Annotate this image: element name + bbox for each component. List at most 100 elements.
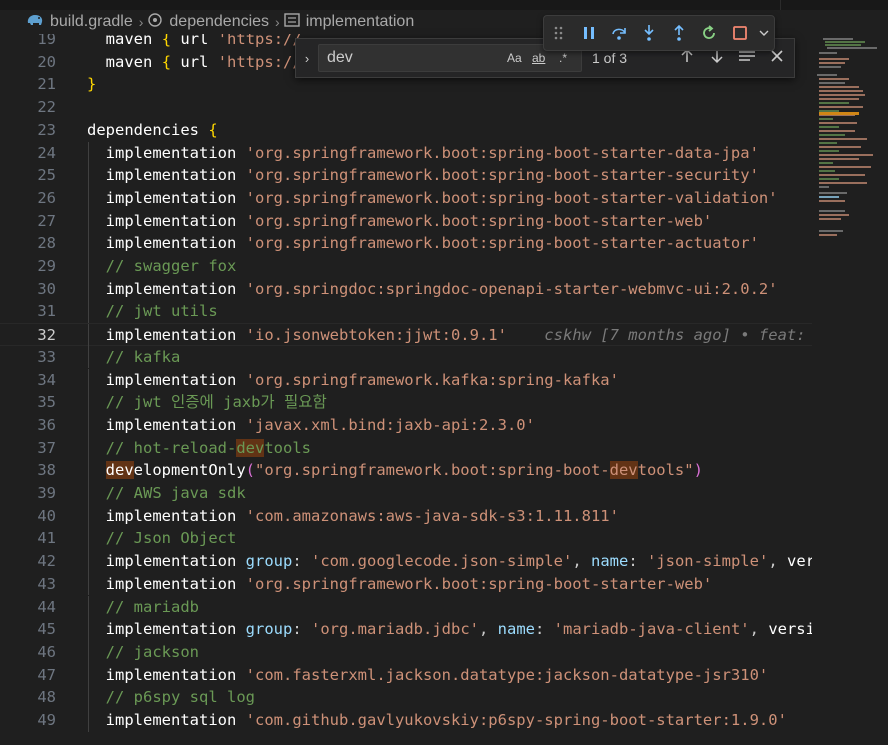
code-text[interactable]: // AWS java sdk (87, 482, 246, 505)
minimap-line (819, 78, 849, 80)
line-number: 33 (37, 347, 56, 366)
editor-tab[interactable] (0, 0, 251, 10)
code-line[interactable]: 45 implementation group: 'org.mariadb.jd… (0, 618, 812, 641)
code-text[interactable]: implementation 'org.springframework.boot… (87, 573, 713, 596)
breadcrumb-dependencies[interactable]: dependencies (147, 12, 269, 33)
code-line[interactable]: 38 developmentOnly("org.springframework.… (0, 459, 812, 482)
code-text[interactable]: implementation 'org.springframework.boot… (87, 210, 713, 233)
minimap-line (819, 166, 871, 168)
code-line[interactable]: 33 // kafka (0, 345, 812, 369)
code-text[interactable]: // swagger fox (87, 255, 237, 278)
editor-tab[interactable] (520, 0, 781, 10)
code-text[interactable]: implementation group: 'com.googlecode.js… (87, 550, 812, 573)
code-line[interactable]: 48 // p6spy sql log (0, 686, 812, 709)
code-text[interactable]: // jwt utils (87, 300, 218, 323)
minimap-line (819, 192, 847, 194)
code-line[interactable]: 32 implementation 'io.jsonwebtoken:jjwt:… (0, 323, 812, 347)
code-line[interactable]: 22 (0, 96, 812, 119)
whole-word-toggle[interactable]: ab (532, 51, 545, 65)
code-text[interactable]: // hot-reload-devtools (87, 437, 311, 460)
code-line[interactable]: 36 implementation 'javax.xml.bind:jaxb-a… (0, 413, 812, 437)
code-line[interactable]: 42 implementation group: 'com.googlecode… (0, 550, 812, 573)
code-line[interactable]: 24 implementation 'org.springframework.b… (0, 141, 812, 165)
code-text[interactable]: implementation 'org.springframework.boot… (87, 142, 759, 165)
line-number: 40 (37, 506, 56, 525)
code-text[interactable]: implementation 'org.springdoc:springdoc-… (87, 278, 778, 301)
code-text[interactable]: // p6spy sql log (87, 686, 255, 709)
code-text[interactable]: maven { url 'https:// (87, 51, 302, 74)
line-number: 23 (37, 120, 56, 139)
chevron-down-icon[interactable] (755, 18, 774, 48)
code-line[interactable]: 31 // jwt utils (0, 300, 812, 324)
code-text[interactable]: implementation 'com.fasterxml.jackson.da… (87, 664, 769, 687)
editor-tab[interactable] (370, 0, 521, 10)
code-line[interactable]: 26 implementation 'org.springframework.b… (0, 186, 812, 210)
minimap-line (819, 86, 859, 88)
minimap-line (819, 234, 837, 236)
code-editor[interactable]: 19 maven { url 'https:// 20 maven { url '… (0, 34, 812, 745)
breadcrumb-file[interactable]: build.gradle (26, 13, 133, 32)
minimap-line (819, 66, 841, 68)
restart-icon[interactable] (694, 18, 724, 48)
minimap-line (819, 94, 865, 96)
find-input-value[interactable]: dev (327, 49, 353, 67)
code-line[interactable]: 47 implementation 'com.fasterxml.jackson… (0, 663, 812, 687)
code-line[interactable]: 46 // jackson (0, 640, 812, 664)
code-text[interactable]: // Json Object (87, 527, 237, 550)
code-text[interactable]: maven { url 'https:// (87, 34, 302, 51)
minimap-line (819, 146, 861, 148)
code-text[interactable]: implementation 'com.amazonaws:aws-java-s… (87, 505, 619, 528)
breadcrumb-implementation[interactable]: implementation (284, 12, 414, 32)
code-text[interactable]: dependencies { (87, 119, 218, 142)
code-line[interactable]: 23 dependencies { (0, 119, 812, 142)
match-case-toggle[interactable]: Aa (507, 51, 522, 65)
code-text[interactable]: // kafka (87, 346, 181, 369)
code-text[interactable]: implementation 'io.jsonwebtoken:jjwt:0.9… (87, 324, 812, 347)
step-over-icon[interactable] (604, 18, 634, 48)
code-text[interactable]: } (87, 73, 96, 96)
code-text[interactable]: implementation 'org.springframework.boot… (87, 232, 759, 255)
find-result-count: 1 of 3 (592, 50, 628, 66)
code-line[interactable]: 34 implementation 'org.springframework.k… (0, 368, 812, 392)
method-icon (284, 12, 300, 32)
code-text[interactable]: implementation 'org.springframework.boot… (87, 187, 778, 210)
line-number: 27 (37, 211, 56, 230)
pause-icon[interactable] (574, 18, 604, 48)
code-line[interactable]: 49 implementation 'com.github.gavlyukovs… (0, 709, 812, 732)
code-text[interactable]: implementation group: 'org.mariadb.jdbc'… (87, 618, 812, 641)
minimap-line (819, 210, 845, 212)
tab-strip (0, 0, 888, 10)
toggle-replace-chevron-icon[interactable]: › (296, 51, 318, 66)
code-text[interactable]: // mariadb (87, 596, 199, 619)
code-line[interactable]: 43 implementation 'org.springframework.b… (0, 572, 812, 596)
code-line[interactable]: 40 implementation 'com.amazonaws:aws-jav… (0, 504, 812, 528)
code-text[interactable]: // jackson (87, 641, 199, 664)
code-line[interactable]: 25 implementation 'org.springframework.b… (0, 164, 812, 187)
regex-toggle[interactable]: .* (559, 51, 567, 65)
code-text[interactable]: implementation 'org.springframework.kafk… (87, 369, 619, 392)
minimap-line (819, 102, 849, 104)
editor-tab[interactable] (250, 0, 371, 10)
code-line[interactable]: 35 // jwt 인증에 jaxb가 필요함 (0, 391, 812, 414)
code-text[interactable]: implementation 'com.github.gavlyukovskiy… (87, 709, 787, 732)
code-line[interactable]: 37 // hot-reload-devtools (0, 436, 812, 460)
code-text[interactable]: developmentOnly("org.springframework.boo… (87, 459, 703, 482)
stop-icon[interactable] (724, 18, 754, 48)
code-line[interactable]: 30 implementation 'org.springdoc:springd… (0, 277, 812, 301)
step-into-icon[interactable] (634, 18, 664, 48)
code-text[interactable]: implementation 'org.springframework.boot… (87, 164, 759, 187)
braces-icon (147, 12, 163, 33)
code-line[interactable]: 29 // swagger fox (0, 255, 812, 278)
gripper-icon[interactable] (544, 18, 574, 48)
code-text[interactable]: implementation 'javax.xml.bind:jaxb-api:… (87, 414, 535, 437)
minimap[interactable] (815, 34, 888, 745)
code-line[interactable]: 44 // mariadb (0, 595, 812, 619)
step-out-icon[interactable] (664, 18, 694, 48)
close-icon[interactable] (762, 49, 792, 68)
code-text[interactable]: // jwt 인증에 jaxb가 필요함 (87, 391, 327, 414)
code-line[interactable]: 39 // AWS java sdk (0, 482, 812, 505)
code-line[interactable]: 27 implementation 'org.springframework.b… (0, 209, 812, 233)
code-line[interactable]: 28 implementation 'org.springframework.b… (0, 232, 812, 255)
find-in-selection-icon[interactable] (732, 49, 762, 68)
code-line[interactable]: 41 // Json Object (0, 527, 812, 551)
